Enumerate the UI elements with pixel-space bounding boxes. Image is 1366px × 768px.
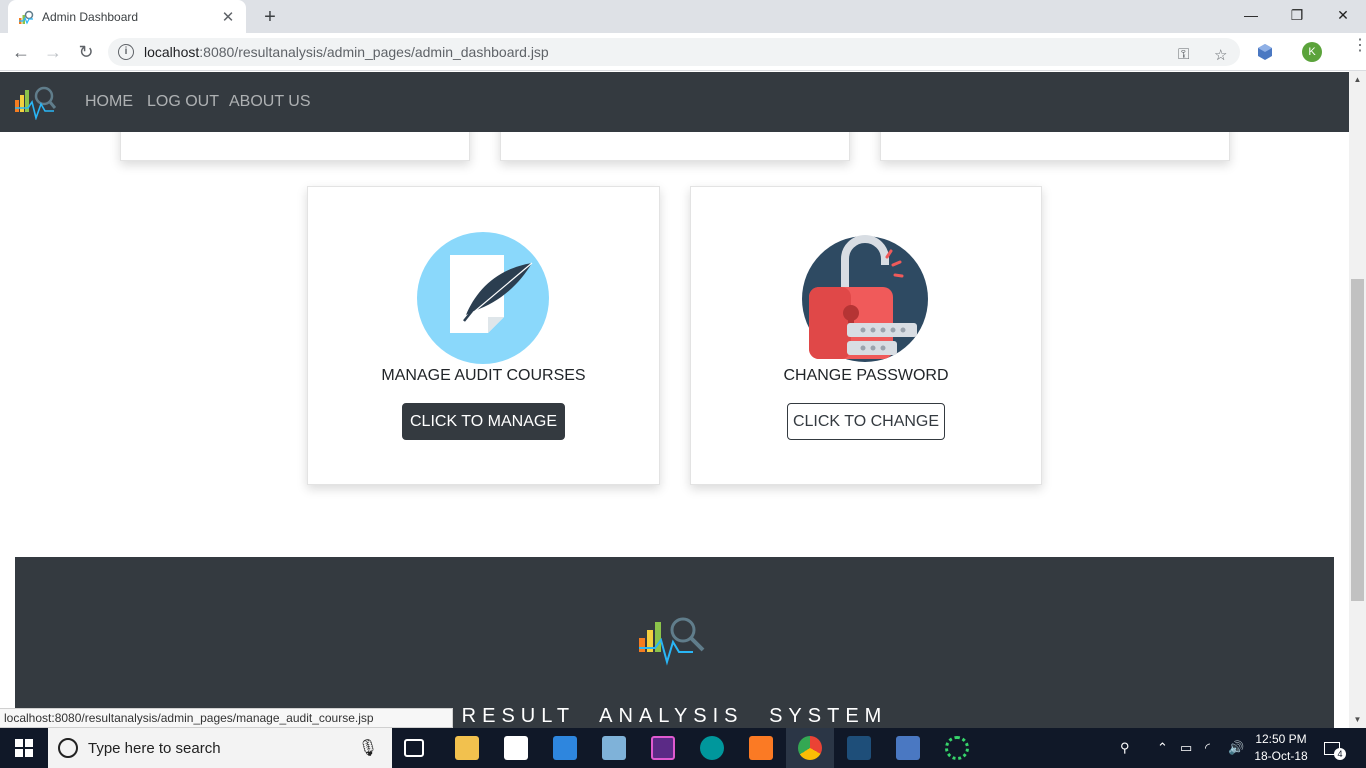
- search-placeholder: Type here to search: [88, 739, 221, 757]
- page-content: MANAGE AUDIT COURSES CLICK TO MANAGE CHA…: [0, 72, 1349, 728]
- result-analysis-logo: [639, 617, 705, 666]
- taskbar-clock[interactable]: 12:50 PM 18-Oct-18: [1250, 731, 1312, 765]
- minimize-button[interactable]: —: [1228, 0, 1274, 30]
- notification-count: 4: [1334, 748, 1346, 760]
- file-explorer-icon[interactable]: [455, 736, 479, 760]
- browser-tabstrip: Admin Dashboard ✕ + — ❐ ✕: [0, 0, 1366, 33]
- wifi-icon[interactable]: ◜: [1205, 728, 1210, 768]
- extension-cube-icon[interactable]: [1256, 43, 1274, 61]
- volume-icon[interactable]: 🔊: [1228, 728, 1244, 768]
- browser-tab[interactable]: Admin Dashboard ✕: [8, 0, 246, 33]
- key-icon[interactable]: ⚿: [1178, 46, 1189, 63]
- url-host: localhost: [144, 44, 200, 60]
- url-path: :8080/resultanalysis/admin_pages/admin_d…: [199, 44, 549, 60]
- padlock-icon: [802, 235, 928, 362]
- card-label: MANAGE AUDIT COURSES: [381, 367, 586, 384]
- back-button[interactable]: ←: [9, 40, 33, 64]
- close-window-button[interactable]: ✕: [1320, 0, 1366, 30]
- scrollbar-thumb[interactable]: [1351, 279, 1364, 601]
- virtualbox-icon[interactable]: [896, 736, 920, 760]
- tab-title: Admin Dashboard: [42, 9, 139, 24]
- click-to-change-button[interactable]: CLICK TO CHANGE: [787, 403, 945, 440]
- browser-toolbar: ← → ↻ i localhost:8080/resultanalysis/ad…: [0, 33, 1366, 71]
- card-label: CHANGE PASSWORD: [783, 367, 949, 384]
- change-password-card: CHANGE PASSWORD CLICK TO CHANGE: [690, 186, 1042, 485]
- task-view-icon[interactable]: [404, 739, 424, 757]
- control-panel-icon[interactable]: [553, 736, 577, 760]
- nav-logout-link[interactable]: LOG OUT: [147, 93, 219, 111]
- people-icon[interactable]: ⚲: [1120, 728, 1130, 768]
- nav-about-link[interactable]: ABOUT US: [229, 93, 311, 111]
- page-footer: RESULT ANALYSIS SYSTEM: [15, 557, 1334, 728]
- site-navbar: HOME LOG OUT ABOUT US: [0, 72, 1349, 132]
- clock-time: 12:50 PM: [1255, 732, 1307, 746]
- windows-taskbar: Type here to search 🎙 ⚲ ⌃ ▭ ◜ 🔊 12:50 PM…: [0, 728, 1366, 768]
- chrome-icon[interactable]: [798, 736, 822, 760]
- forward-button[interactable]: →: [41, 40, 65, 64]
- nav-home-link[interactable]: HOME: [85, 93, 133, 111]
- address-bar[interactable]: i localhost:8080/resultanalysis/admin_pa…: [108, 38, 1240, 66]
- site-logo[interactable]: [14, 84, 56, 120]
- arduino-icon[interactable]: [700, 736, 724, 760]
- manage-audit-courses-card: MANAGE AUDIT COURSES CLICK TO MANAGE: [307, 186, 660, 485]
- new-tab-button[interactable]: +: [258, 5, 282, 29]
- show-hidden-icons-icon[interactable]: ⌃: [1157, 728, 1168, 768]
- profile-avatar[interactable]: K: [1302, 42, 1322, 62]
- click-to-manage-button[interactable]: CLICK TO MANAGE: [402, 403, 565, 440]
- reload-button[interactable]: ↻: [74, 40, 98, 64]
- feather-document-icon: [417, 232, 549, 364]
- clock-date: 18-Oct-18: [1254, 749, 1308, 763]
- windows-logo-icon: [15, 739, 33, 757]
- link-status-bar: localhost:8080/resultanalysis/admin_page…: [0, 708, 453, 728]
- site-info-icon[interactable]: i: [118, 44, 134, 60]
- site-logo-icon: [19, 10, 34, 24]
- action-center-icon[interactable]: 4: [1324, 728, 1352, 768]
- phpstorm-icon[interactable]: [651, 736, 675, 760]
- browser-menu-icon[interactable]: ⋮: [1352, 38, 1366, 54]
- notes-app-icon[interactable]: [602, 736, 626, 760]
- scroll-down-icon[interactable]: ▼: [1349, 711, 1366, 728]
- scroll-up-icon[interactable]: ▲: [1349, 71, 1366, 88]
- app-loading-icon[interactable]: [945, 736, 969, 760]
- xampp-icon[interactable]: [749, 736, 773, 760]
- taskbar-search-box[interactable]: Type here to search 🎙: [48, 728, 392, 768]
- page-scrollbar[interactable]: ▲ ▼: [1349, 71, 1366, 728]
- store-icon[interactable]: [504, 736, 528, 760]
- mysql-workbench-icon[interactable]: [847, 736, 871, 760]
- microphone-icon[interactable]: 🎙: [358, 738, 378, 758]
- bookmark-star-icon[interactable]: ☆: [1214, 46, 1227, 64]
- restore-button[interactable]: ❐: [1274, 0, 1320, 30]
- start-button[interactable]: [0, 728, 48, 768]
- tab-close-icon[interactable]: ✕: [220, 8, 236, 26]
- battery-icon[interactable]: ▭: [1180, 728, 1192, 768]
- cortana-icon: [58, 738, 78, 758]
